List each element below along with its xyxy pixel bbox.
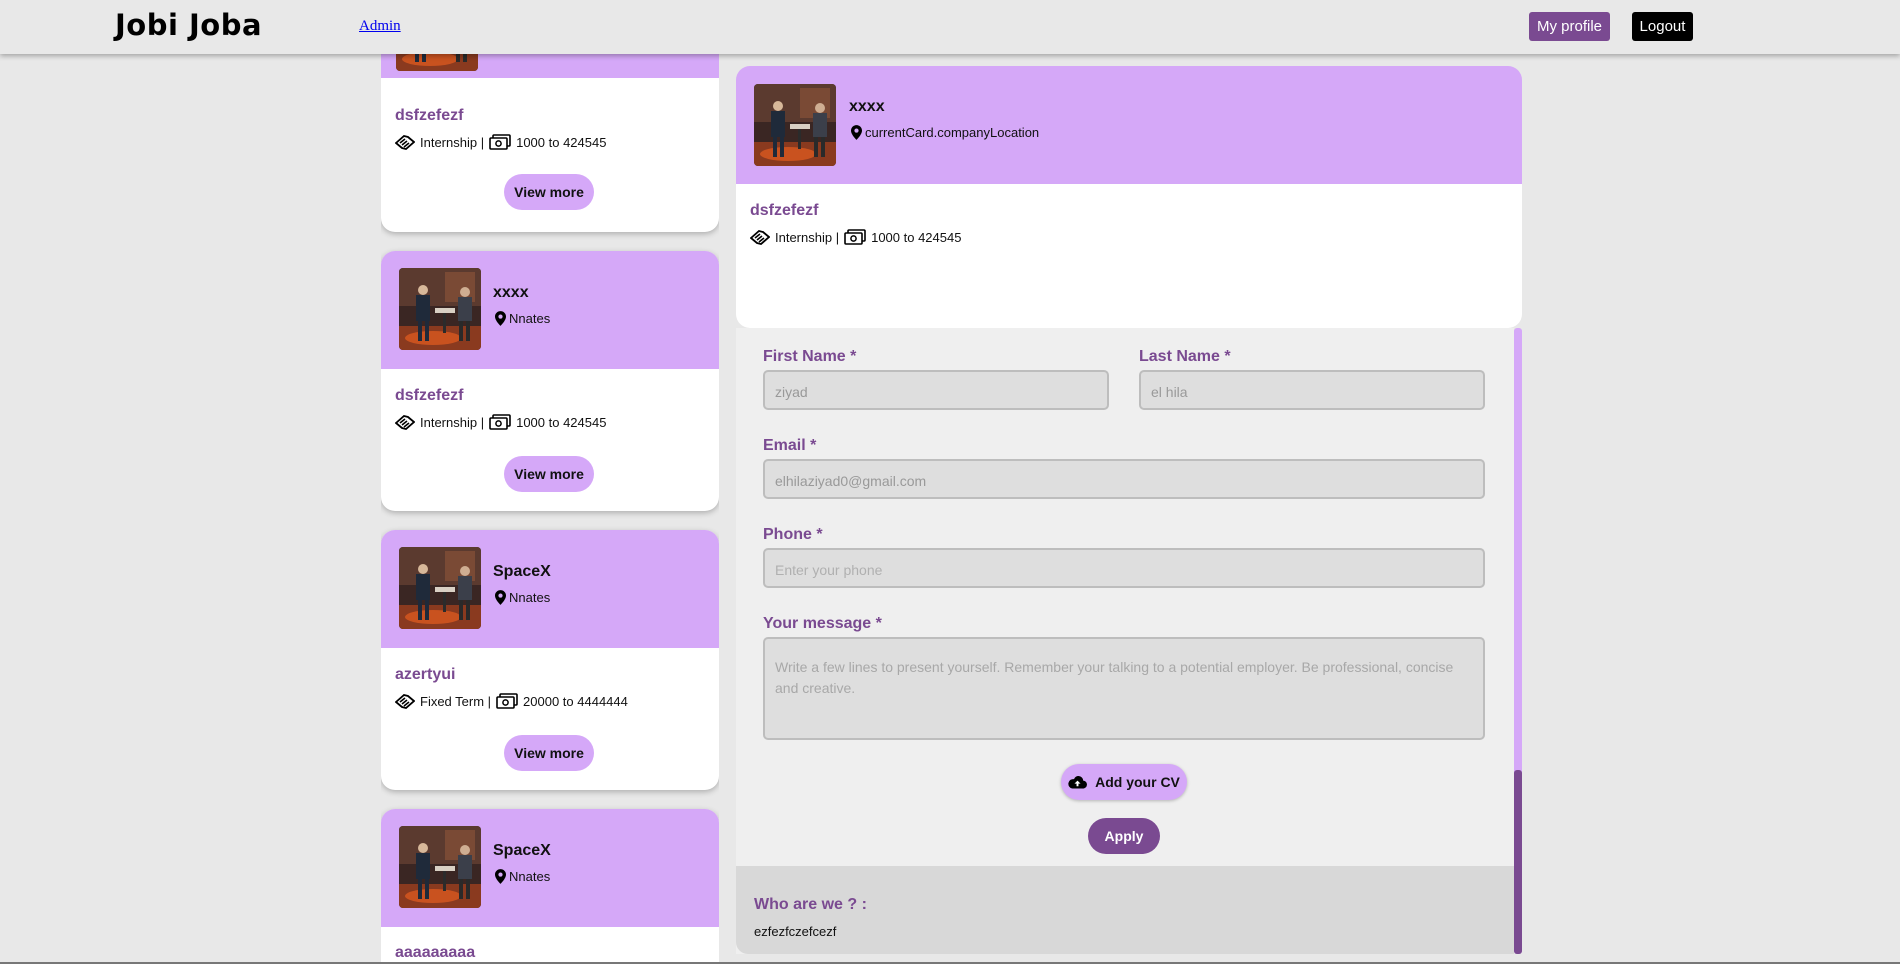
phone-field[interactable]: Enter your phone	[763, 548, 1485, 588]
company-logo-image	[754, 84, 836, 166]
company-location: currentCard.companyLocation	[851, 125, 1039, 140]
company-location: Nnates	[495, 869, 550, 884]
job-title: azertyui	[395, 666, 456, 683]
about-section: Who are we ? : ezfezfczefcezf	[736, 866, 1514, 954]
salary-range: 1000 to 424545	[516, 414, 607, 430]
contract-handshake-icon	[395, 134, 415, 150]
map-pin-icon	[495, 869, 506, 884]
job-card: SpaceX Nnates azertyui Fixed Term | 2000…	[381, 530, 719, 790]
email-field[interactable]: elhilaziyad0@gmail.com	[763, 459, 1485, 499]
salary-range: 1000 to 424545	[516, 134, 607, 150]
admin-link[interactable]: Admin	[359, 18, 401, 35]
view-more-button[interactable]: View more	[504, 174, 594, 210]
location-text: currentCard.companyLocation	[865, 125, 1040, 140]
detail-summary: dsfzefezf Internship | 1000 to 424545	[736, 184, 1522, 328]
job-meta: Internship | 1000 to 424545	[750, 229, 961, 245]
view-more-button[interactable]: View more	[504, 456, 594, 492]
contract-type: Internship |	[775, 229, 840, 245]
form-scrollbar[interactable]	[1514, 328, 1522, 954]
application-form: First Name * ziyad Last Name * el hila E…	[736, 328, 1514, 954]
first-name-field[interactable]: ziyad	[763, 370, 1109, 410]
company-location: Nnates	[495, 311, 550, 326]
company-logo-image	[399, 547, 481, 629]
job-card: xxxx Nnates dsfzefezf Internship | 1000 …	[381, 251, 719, 511]
money-bill-icon	[844, 229, 866, 245]
job-card-header: xxxx Nnates	[381, 251, 719, 369]
location-text: Nnates	[509, 869, 551, 884]
job-meta: Internship | 1000 to 424545	[395, 134, 606, 150]
about-text: ezfezfczefcezf	[754, 924, 837, 939]
job-title: dsfzefezf	[395, 387, 464, 404]
map-pin-icon	[495, 590, 506, 605]
salary-range: 20000 to 4444444	[523, 693, 628, 709]
email-label: Email *	[763, 437, 817, 454]
last-name-field[interactable]: el hila	[1139, 370, 1485, 410]
location-text: Nnates	[509, 590, 551, 605]
company-name: xxxx	[849, 98, 885, 115]
contract-handshake-icon	[395, 414, 415, 430]
job-card-header: SpaceX Nnates	[381, 809, 719, 927]
company-location: Nnates	[495, 590, 550, 605]
contract-type: Internship |	[420, 134, 485, 150]
salary-range: 1000 to 424545	[871, 229, 962, 245]
about-title: Who are we ? :	[754, 896, 867, 913]
map-pin-icon	[495, 311, 506, 326]
detail-header: xxxx currentCard.companyLocation	[736, 66, 1522, 184]
contract-type: Fixed Term |	[420, 693, 492, 709]
job-title: dsfzefezf	[750, 202, 819, 219]
message-textarea[interactable]: Write a few lines to present yourself. R…	[763, 637, 1485, 740]
company-name: SpaceX	[493, 563, 551, 580]
location-text: Nnates	[509, 311, 551, 326]
money-bill-icon	[496, 693, 518, 709]
company-name: SpaceX	[493, 842, 551, 859]
phone-label: Phone *	[763, 526, 823, 543]
scrollbar-thumb[interactable]	[1514, 770, 1522, 954]
job-title: dsfzefezf	[395, 107, 464, 124]
add-cv-button[interactable]: Add your CV	[1061, 764, 1187, 800]
add-cv-label: Add your CV	[1095, 774, 1180, 790]
job-card-header: SpaceX Nnates	[381, 530, 719, 648]
job-title: aaaaaaaaa	[395, 944, 476, 961]
company-logo-image	[399, 268, 481, 350]
money-bill-icon	[489, 414, 511, 430]
logout-button[interactable]: Logout	[1632, 12, 1693, 41]
top-navbar: Jobi Joba Admin My profile Logout	[0, 0, 1900, 54]
map-pin-icon	[851, 125, 862, 140]
my-profile-button[interactable]: My profile	[1529, 12, 1610, 41]
company-name: xxxx	[493, 284, 529, 301]
contract-handshake-icon	[750, 229, 770, 245]
app-logo[interactable]: Jobi Joba	[115, 8, 262, 42]
contract-type: Internship |	[420, 414, 485, 430]
company-logo-image	[399, 826, 481, 908]
job-meta: Internship | 1000 to 424545	[395, 414, 606, 430]
cloud-upload-icon	[1068, 775, 1087, 789]
view-more-button[interactable]: View more	[504, 735, 594, 771]
first-name-label: First Name *	[763, 348, 857, 365]
job-meta: Fixed Term | 20000 to 4444444	[395, 693, 628, 709]
job-list[interactable]: dsfzefezf Internship | 1000 to 424545 Vi…	[381, 0, 719, 964]
job-detail-panel: xxxx currentCard.companyLocation dsfzefe…	[736, 66, 1522, 954]
money-bill-icon	[489, 134, 511, 150]
contract-handshake-icon	[395, 693, 415, 709]
job-card: SpaceX Nnates aaaaaaaaa	[381, 809, 719, 964]
message-label: Your message *	[763, 615, 882, 632]
apply-button[interactable]: Apply	[1088, 818, 1160, 854]
last-name-label: Last Name *	[1139, 348, 1231, 365]
